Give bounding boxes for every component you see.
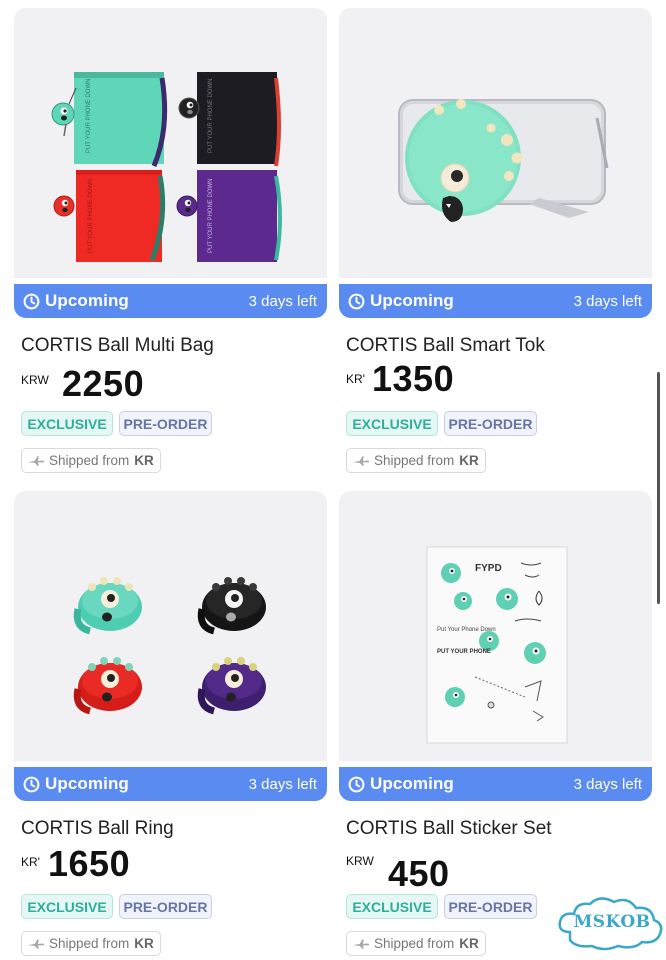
product-image[interactable]: FYPD Put Your Phone Down PUT YOUR PHONE [339, 491, 652, 761]
status-label: Upcoming [45, 291, 129, 310]
product-grid: PUT YOUR PHONE DOWN PUT YOUR PHONE DOWN … [0, 0, 666, 960]
sticker-text: PUT YOUR PHONE [437, 649, 491, 655]
shipped-country: KR [134, 936, 154, 951]
status-bar: Upcoming 3 days left [14, 767, 327, 801]
price-amount: 2250 [62, 363, 145, 404]
days-left: 3 days left [573, 775, 642, 793]
preorder-badge: PRE-ORDER [119, 894, 212, 919]
exclusive-badge: EXCLUSIVE [346, 411, 438, 436]
shipping-badge: Shipped from KR [21, 448, 161, 473]
shipping-badge: Shipped from KR [346, 931, 486, 956]
airplane-icon [29, 455, 44, 466]
bag-print-text: PUT YOUR PHONE DOWN [208, 79, 214, 153]
clock-icon [23, 776, 40, 792]
shipped-country: KR [459, 453, 479, 468]
currency-label: KR' [21, 855, 40, 869]
product-image[interactable]: PUT YOUR PHONE DOWN PUT YOUR PHONE DOWN … [14, 8, 327, 278]
sticker-text: FYPD [475, 563, 502, 574]
scrollbar[interactable] [657, 372, 660, 604]
bag-print-text: PUT YOUR PHONE DOWN [208, 179, 214, 253]
clock-icon [23, 293, 40, 309]
watermark-text: MSKOB [573, 912, 651, 932]
bag-print-text: PUT YOUR PHONE DOWN [86, 79, 92, 153]
shipped-from-text: Shipped from [374, 936, 455, 951]
shipped-from-text: Shipped from [49, 453, 130, 468]
ring-image [73, 577, 266, 715]
preorder-badge: PRE-ORDER [444, 411, 537, 436]
status-bar: Upcoming 3 days left [339, 767, 652, 801]
status-label: Upcoming [370, 774, 454, 793]
preorder-badge: PRE-ORDER [119, 411, 212, 436]
price-amount: 1350 [372, 358, 455, 399]
shipping-badge: Shipped from KR [346, 448, 486, 473]
status-label: Upcoming [370, 291, 454, 310]
product-name[interactable]: CORTIS Ball Sticker Set [346, 818, 552, 840]
product-name[interactable]: CORTIS Ball Multi Bag [21, 335, 214, 357]
currency-label: KRW [346, 854, 374, 868]
sticker-set-image: FYPD Put Your Phone Down PUT YOUR PHONE [426, 546, 568, 744]
preorder-badge: PRE-ORDER [444, 894, 537, 919]
days-left: 3 days left [248, 292, 317, 310]
exclusive-badge: EXCLUSIVE [21, 411, 113, 436]
product-image[interactable] [339, 8, 652, 278]
airplane-icon [354, 455, 369, 466]
clock-icon [348, 776, 365, 792]
smart-tok-image [398, 99, 609, 222]
price-amount: 450 [388, 853, 450, 894]
currency-label: KR' [346, 372, 365, 386]
exclusive-badge: EXCLUSIVE [346, 894, 438, 919]
shipped-country: KR [459, 936, 479, 951]
status-bar: Upcoming 3 days left [339, 284, 652, 318]
shipped-from-text: Shipped from [49, 936, 130, 951]
watermark-logo: MSKOB [556, 892, 666, 954]
airplane-icon [354, 938, 369, 949]
shipped-from-text: Shipped from [374, 453, 455, 468]
price-amount: 1650 [48, 843, 131, 884]
bag-print-text: PUT YOUR PHONE DOWN [88, 179, 94, 253]
product-image[interactable] [14, 491, 327, 761]
product-name[interactable]: CORTIS Ball Smart Tok [346, 335, 545, 357]
clock-icon [348, 293, 365, 309]
multi-bag-image: PUT YOUR PHONE DOWN PUT YOUR PHONE DOWN … [51, 72, 282, 262]
airplane-icon [29, 938, 44, 949]
shipping-badge: Shipped from KR [21, 931, 161, 956]
shipped-country: KR [134, 453, 154, 468]
days-left: 3 days left [248, 775, 317, 793]
days-left: 3 days left [573, 292, 642, 310]
exclusive-badge: EXCLUSIVE [21, 894, 113, 919]
status-bar: Upcoming 3 days left [14, 284, 327, 318]
product-name[interactable]: CORTIS Ball Ring [21, 818, 174, 840]
status-label: Upcoming [45, 774, 129, 793]
currency-label: KRW [21, 373, 49, 387]
